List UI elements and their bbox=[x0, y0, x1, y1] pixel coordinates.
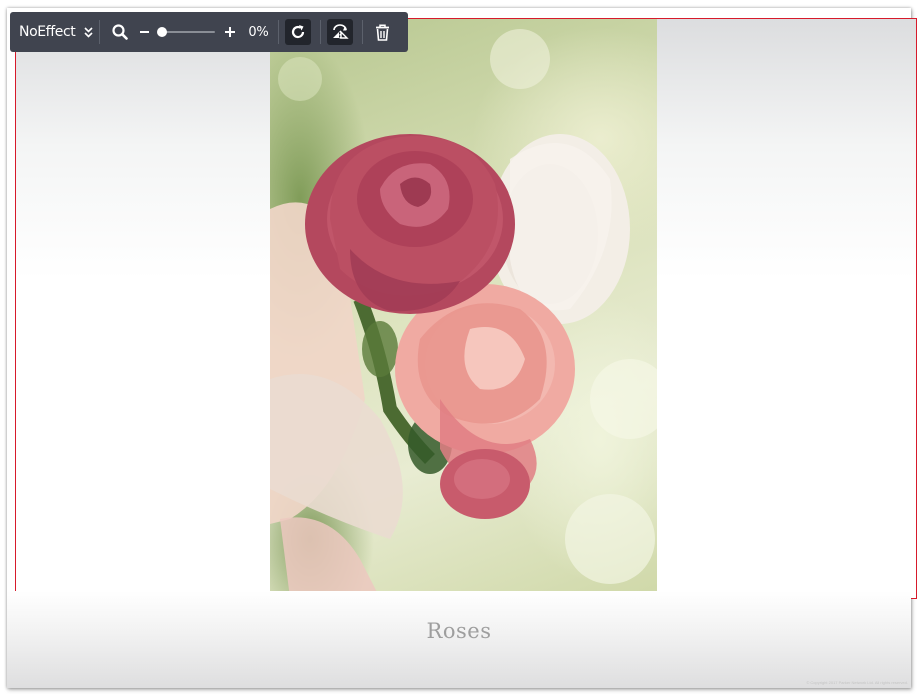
effect-label: NoEffect bbox=[19, 24, 76, 40]
toolbar-divider bbox=[278, 20, 280, 44]
toolbar-divider bbox=[99, 20, 101, 44]
rotate-icon bbox=[292, 25, 305, 39]
photo-card: Roses © Copyright 2017 Parker Network Lt… bbox=[7, 8, 917, 688]
photo-frame[interactable] bbox=[15, 18, 917, 599]
flip-horizontal-icon bbox=[333, 24, 350, 40]
roses-illustration bbox=[270, 29, 657, 598]
toolbar-divider bbox=[362, 20, 364, 44]
rotate-button[interactable] bbox=[285, 19, 312, 45]
search-icon[interactable] bbox=[112, 24, 129, 40]
zoom-percent-label: 0% bbox=[248, 24, 269, 40]
double-chevron-down-icon bbox=[84, 26, 93, 38]
effect-dropdown[interactable]: NoEffect bbox=[10, 12, 99, 52]
photo-caption-title: Roses bbox=[426, 619, 492, 643]
plus-icon bbox=[225, 27, 236, 37]
trash-icon bbox=[376, 23, 390, 41]
zoom-out-button[interactable] bbox=[139, 26, 150, 38]
image-toolbar: NoEffect 0% bbox=[10, 12, 408, 52]
minus-icon bbox=[140, 31, 150, 33]
toolbar-divider bbox=[320, 20, 322, 44]
caption-bar: Roses © Copyright 2017 Parker Network Lt… bbox=[7, 591, 911, 688]
zoom-slider-track bbox=[162, 31, 216, 33]
copyright-text: © Copyright 2017 Parker Network Ltd. All… bbox=[806, 680, 908, 685]
flip-button[interactable] bbox=[327, 19, 354, 45]
zoom-slider-knob[interactable] bbox=[157, 27, 168, 37]
delete-button[interactable] bbox=[375, 23, 390, 41]
zoom-in-button[interactable] bbox=[224, 26, 236, 38]
roses-photo bbox=[270, 19, 657, 598]
zoom-slider[interactable] bbox=[157, 25, 216, 39]
